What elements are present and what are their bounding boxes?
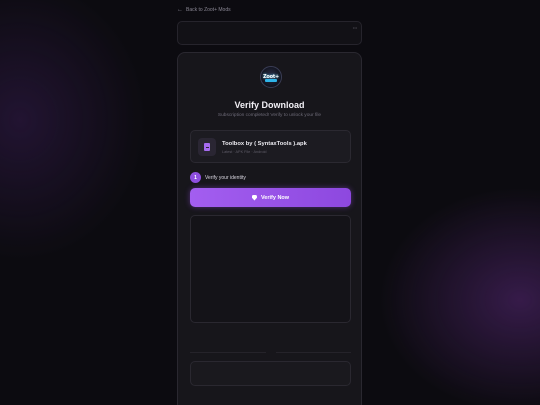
arrow-left-icon: ← [177,7,183,13]
top-bar: ••• [177,21,362,45]
back-link-label: Back to Zoot+ Mods [186,7,231,13]
shield-icon [251,194,257,201]
more-icon[interactable]: ••• [353,25,357,30]
verification-frame[interactable] [190,215,351,323]
step-label: Verify your identity [205,174,246,181]
page-title: Verify Download [234,100,305,110]
verify-now-button[interactable]: Verify Now [190,188,351,207]
bottom-panel [190,361,351,386]
step-row: 1 Verify your identity [190,172,246,183]
file-meta: Latest · APK File · Android [222,150,267,154]
app-logo: Zoot+ [260,66,282,88]
page-subtitle: Subscription completed! Verify to unlock… [217,113,322,118]
file-name: Toolbox by ( SyntaxTools ).apk [222,141,307,147]
divider [190,352,351,353]
verify-now-label: Verify Now [260,194,290,201]
verify-card: Zoot+ Verify Download Subscription compl… [177,52,362,405]
logo-band [265,79,277,82]
back-link[interactable]: ← Back to Zoot+ Mods [177,7,231,13]
step-number-badge: 1 [190,172,201,183]
file-icon [198,138,216,156]
file-info-box: Toolbox by ( SyntaxTools ).apk Latest · … [190,130,351,163]
